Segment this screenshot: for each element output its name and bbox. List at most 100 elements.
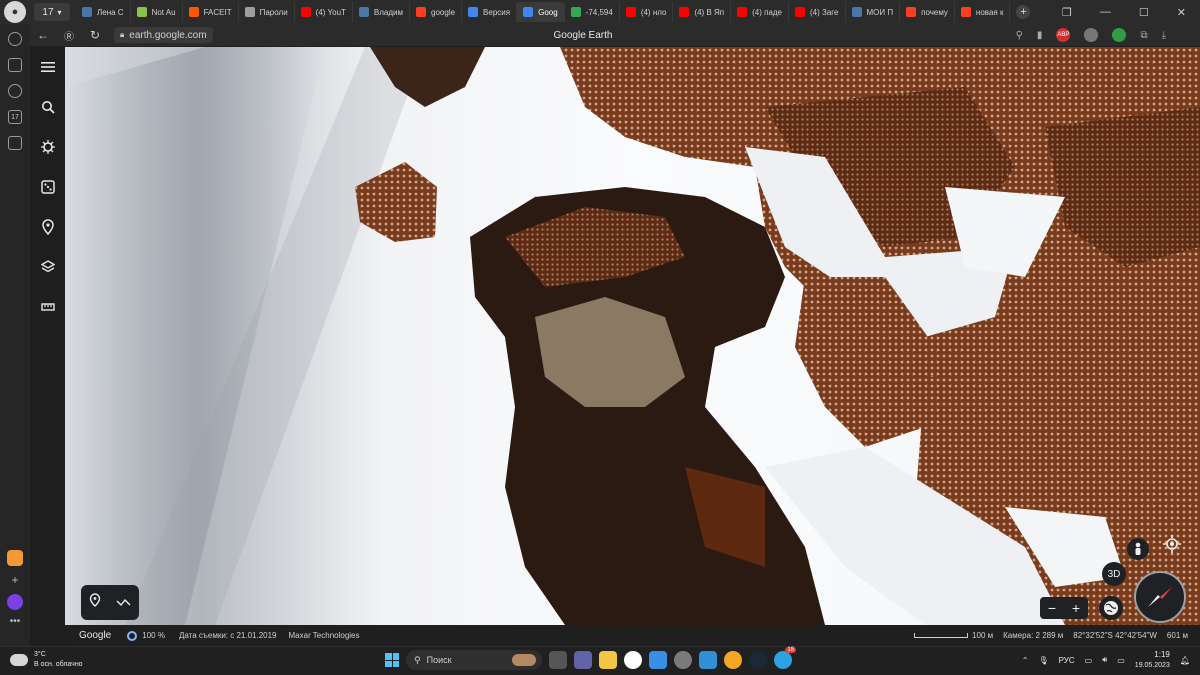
tabs-counter-icon[interactable]: 17 bbox=[8, 110, 22, 124]
browser-tab[interactable]: почему bbox=[900, 2, 955, 22]
coordinates[interactable]: 82°32'52"S 42°42'54"W bbox=[1073, 631, 1157, 640]
browser-tab[interactable]: -74,594 bbox=[565, 2, 620, 22]
battery-icon[interactable]: ▭ bbox=[1117, 656, 1125, 665]
zoom-in-button[interactable]: + bbox=[1072, 600, 1080, 616]
path-icon[interactable] bbox=[116, 594, 132, 612]
meet-icon[interactable] bbox=[574, 651, 592, 669]
imagery-provider[interactable]: Maxar Technologies bbox=[289, 631, 360, 640]
faceit-icon[interactable] bbox=[724, 651, 742, 669]
tab-label: (4) В Яп bbox=[694, 7, 725, 17]
browser-tab[interactable]: (4) Заге bbox=[789, 2, 846, 22]
browser-tab[interactable]: (4) нло bbox=[620, 2, 674, 22]
pegman-icon[interactable] bbox=[1127, 538, 1149, 560]
browser-tab[interactable]: (4) паде bbox=[731, 2, 790, 22]
browser-tab[interactable]: FACEIT bbox=[183, 2, 239, 22]
browser-tab[interactable]: (4) В Яп bbox=[673, 2, 732, 22]
menu-icon[interactable] bbox=[30, 47, 65, 87]
taskbar-apps: ⚲ Поиск 18 bbox=[385, 647, 796, 670]
display-icon[interactable]: ▭ bbox=[1085, 656, 1093, 665]
taskbar-search[interactable]: ⚲ Поиск bbox=[406, 650, 542, 670]
3d-toggle-button[interactable]: 3D bbox=[1102, 562, 1126, 586]
clock[interactable]: 1:19 19.05.2023 bbox=[1135, 649, 1170, 671]
tab-label: почему bbox=[921, 7, 948, 17]
browser-tab[interactable]: Владим bbox=[353, 2, 411, 22]
random-dice-icon[interactable] bbox=[30, 167, 65, 207]
ruler-icon[interactable] bbox=[30, 287, 65, 327]
compass[interactable] bbox=[1134, 571, 1186, 623]
browser-tab[interactable]: (4) YouT bbox=[295, 2, 353, 22]
shield-icon[interactable] bbox=[1112, 28, 1127, 42]
microphone-icon[interactable]: 🎙︎ bbox=[1038, 656, 1048, 665]
weather-widget[interactable]: 3°C В осн. облачно bbox=[7, 650, 83, 670]
browser-tab[interactable]: Not Au bbox=[131, 2, 183, 22]
tab-label: (4) нло bbox=[640, 7, 667, 17]
browser-tab[interactable]: Лена С bbox=[76, 2, 131, 22]
windows-start-icon[interactable] bbox=[385, 653, 399, 667]
scale-text: 100 м bbox=[972, 631, 994, 640]
telegram-icon[interactable]: 18 bbox=[774, 647, 796, 669]
search-icon[interactable] bbox=[30, 87, 65, 127]
browser-tab[interactable]: Версия bbox=[462, 2, 518, 22]
reader-icon[interactable]: Ⓡ bbox=[56, 28, 82, 43]
more-icon[interactable]: ••• bbox=[7, 616, 23, 632]
back-arrow-icon[interactable]: ← bbox=[30, 28, 56, 42]
browser-tab[interactable]: Пароли bbox=[239, 2, 295, 22]
tab-label: новая к bbox=[975, 7, 1004, 17]
screenshot-icon[interactable] bbox=[8, 136, 22, 150]
browser-tab[interactable]: google bbox=[410, 2, 463, 22]
close-button[interactable]: ✕ bbox=[1177, 6, 1186, 19]
projects-pin-icon[interactable] bbox=[30, 207, 65, 247]
adblock-icon[interactable]: ABP bbox=[1056, 28, 1071, 42]
notifications-icon[interactable]: 🔔︎ bbox=[1180, 656, 1190, 665]
collections-icon[interactable] bbox=[8, 58, 22, 72]
file-explorer-icon[interactable] bbox=[599, 651, 617, 669]
steam-icon[interactable] bbox=[749, 651, 767, 669]
url-field[interactable]: 🔒︎ earth.google.com bbox=[114, 27, 213, 43]
profile-avatar[interactable]: ● bbox=[4, 1, 26, 23]
location-pin-icon[interactable] bbox=[89, 593, 101, 612]
reload-icon[interactable]: ↻ bbox=[82, 28, 108, 42]
extensions-icon[interactable]: ⧉ bbox=[1140, 30, 1147, 41]
store-icon[interactable] bbox=[649, 651, 667, 669]
scale-indicator[interactable]: 100 м bbox=[914, 631, 993, 640]
tab-label: google bbox=[431, 7, 456, 17]
satellite-map[interactable] bbox=[65, 47, 1200, 625]
tab-favicon-icon bbox=[625, 7, 636, 17]
tab-label: Goog bbox=[538, 7, 558, 17]
key-icon[interactable]: ⚲ bbox=[1016, 30, 1023, 41]
zoom-out-button[interactable]: − bbox=[1048, 600, 1056, 616]
alice-icon[interactable] bbox=[7, 594, 23, 610]
volume-icon[interactable]: 🔊︎ bbox=[1102, 655, 1107, 665]
layers-icon[interactable] bbox=[30, 247, 65, 287]
compass-needle-icon bbox=[1148, 587, 1172, 607]
voyager-icon[interactable] bbox=[30, 127, 65, 167]
tab-count: 17 bbox=[42, 6, 54, 18]
chevron-up-icon[interactable]: ⌃ bbox=[1022, 656, 1029, 665]
my-location-icon[interactable] bbox=[1161, 533, 1183, 555]
window-controls: ❐ — ☐ ✕ bbox=[1062, 0, 1200, 24]
lock-icon: 🔒︎ bbox=[120, 30, 125, 39]
maximize-button[interactable]: ☐ bbox=[1139, 6, 1149, 19]
history-icon[interactable] bbox=[8, 32, 22, 46]
sidebar-app-icon[interactable] bbox=[7, 550, 23, 566]
tabs-overview-icon[interactable]: ❐ bbox=[1062, 6, 1072, 19]
bookmark-icon[interactable]: ▮ bbox=[1037, 30, 1043, 41]
globe-icon[interactable] bbox=[1084, 28, 1099, 42]
browser-tab[interactable]: новая к bbox=[955, 2, 1011, 22]
task-view-icon[interactable] bbox=[549, 651, 567, 669]
browser-tab[interactable]: Goog bbox=[517, 2, 565, 22]
globe-view-icon[interactable] bbox=[1099, 596, 1123, 620]
settings-gear-icon[interactable] bbox=[674, 651, 692, 669]
progress-text: 100 % bbox=[142, 631, 165, 640]
add-icon[interactable]: + bbox=[7, 572, 23, 588]
new-tab-button[interactable]: + bbox=[1016, 5, 1031, 19]
play-icon[interactable] bbox=[8, 84, 22, 98]
download-icon[interactable]: ⤓ bbox=[1162, 30, 1166, 41]
photos-icon[interactable] bbox=[699, 651, 717, 669]
tab-count-button[interactable]: 17 ▾ bbox=[34, 3, 70, 21]
browser-tab[interactable]: МОИ П bbox=[846, 2, 901, 22]
system-tray: ⌃ 🎙︎ РУС ▭ 🔊︎ ▭ 1:19 19.05.2023 🔔︎ bbox=[1022, 649, 1190, 671]
minimize-button[interactable]: — bbox=[1100, 6, 1111, 18]
language-indicator[interactable]: РУС bbox=[1059, 656, 1075, 665]
yandex-browser-icon[interactable] bbox=[624, 651, 642, 669]
